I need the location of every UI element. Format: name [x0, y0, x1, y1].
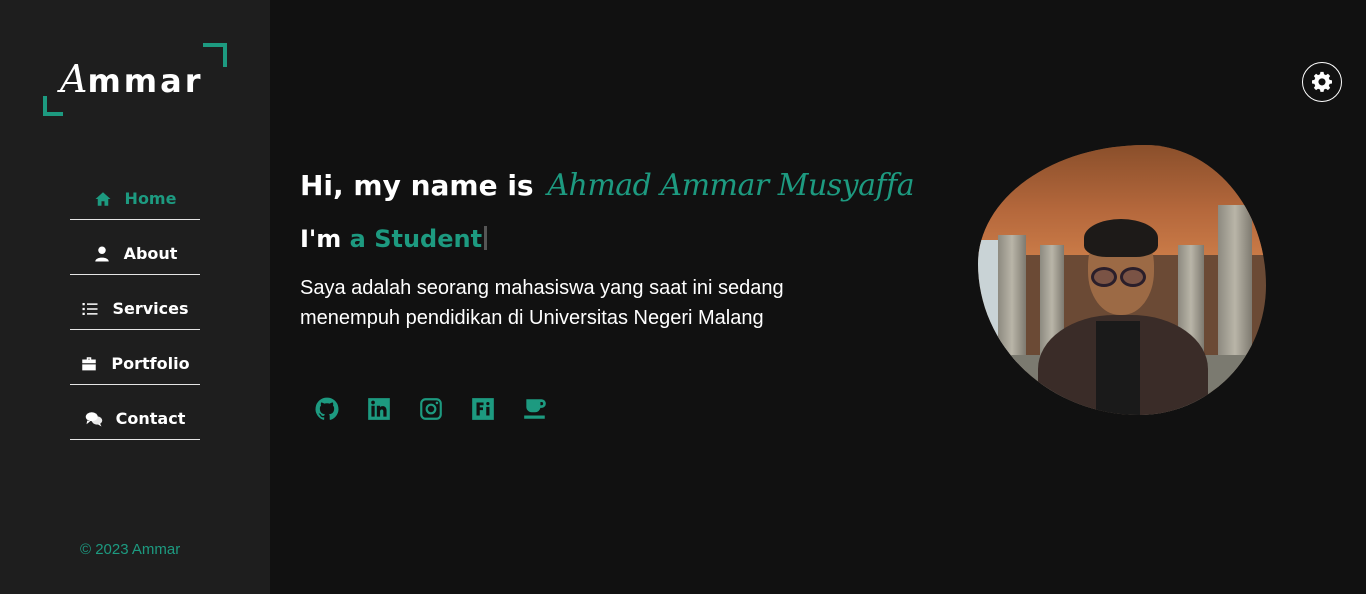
settings-button[interactable] [1302, 62, 1342, 102]
nav-item-home[interactable]: Home [70, 178, 200, 220]
logo-first-letter: A [60, 57, 88, 101]
photo-glasses-left [1091, 267, 1117, 287]
nav-item-services[interactable]: Services [70, 288, 200, 330]
linkedin-icon [368, 398, 390, 420]
list-icon [82, 302, 98, 315]
nav-item-label: Home [124, 189, 177, 208]
hero-name: Ahmad Ammar Musyaffa [547, 168, 915, 203]
nav-item-label: Portfolio [111, 354, 190, 373]
hero-greeting: Hi, my name is Ahmad Ammar Musyaffa [300, 168, 915, 203]
home-icon [95, 191, 111, 206]
user-icon [94, 246, 109, 261]
gear-icon [1312, 71, 1332, 92]
greeting-text: Hi, my name is [300, 169, 534, 202]
nav-item-contact[interactable]: Contact [70, 398, 200, 440]
nav-item-about[interactable]: About [70, 233, 200, 275]
linkedin-link[interactable] [366, 396, 392, 422]
hero-role: I'm a Student [300, 225, 900, 253]
photo-glasses-right [1120, 267, 1146, 287]
github-link[interactable] [314, 396, 340, 422]
comments-icon [85, 411, 102, 426]
nav-item-label: Contact [115, 409, 186, 428]
nav-item-label: Services [112, 299, 189, 318]
photo-hair [1084, 219, 1158, 257]
briefcase-icon [82, 356, 97, 370]
instagram-icon [420, 398, 442, 420]
fastwork-icon [472, 398, 494, 420]
nav-item-portfolio[interactable]: Portfolio [70, 343, 200, 385]
nav-item-label: About [123, 244, 178, 263]
main-nav: Home About Services Portfolio Contact [70, 178, 200, 453]
social-links [314, 396, 548, 422]
role-typed: a Student [349, 225, 483, 253]
hero: Hi, my name is Ahmad Ammar Musyaffa I'm … [300, 168, 915, 333]
profile-photo [978, 145, 1266, 415]
instagram-link[interactable] [418, 396, 444, 422]
logo-corner-top-right [203, 43, 227, 67]
github-icon [315, 397, 339, 420]
sidebar: Ammar Home About Services Portfolio Cont… [0, 0, 270, 594]
coffee-icon [524, 399, 546, 419]
logo-text: Ammar [60, 57, 204, 101]
typing-cursor [484, 226, 488, 250]
photo-shirt [1096, 321, 1140, 415]
logo[interactable]: Ammar [43, 43, 227, 116]
fastwork-link[interactable] [470, 396, 496, 422]
copyright: © 2023 Ammar [80, 541, 181, 558]
logo-rest: mmar [87, 62, 204, 100]
hero-description: Saya adalah seorang mahasiswa yang saat … [300, 277, 784, 329]
role-prefix: I'm [300, 225, 342, 253]
coffee-link[interactable] [522, 396, 548, 422]
